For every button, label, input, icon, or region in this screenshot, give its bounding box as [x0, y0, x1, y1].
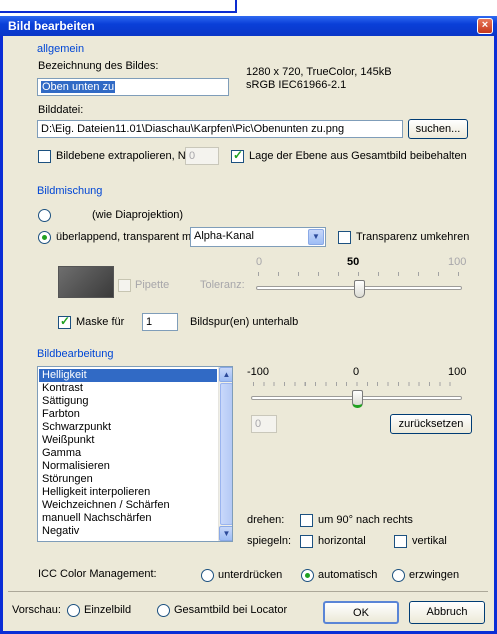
ok-button[interactable]: OK — [323, 601, 399, 624]
keep-position-checkbox[interactable] — [231, 148, 244, 163]
section-bildmischung: Bildmischung — [37, 185, 103, 197]
mask-checkbox[interactable] — [58, 314, 71, 329]
reset-button[interactable]: zurücksetzen — [390, 414, 472, 434]
transparency-source-select[interactable]: Alpha-Kanal — [190, 227, 326, 247]
preview-label: Vorschau: — [12, 604, 61, 616]
blend-normal-radio[interactable] — [38, 209, 51, 222]
adjustment-list-item[interactable]: manuell Nachschärfen — [39, 512, 217, 525]
scroll-thumb[interactable] — [220, 383, 232, 525]
mirror-vertical-checkbox[interactable] — [394, 535, 407, 548]
adjustment-list-item[interactable]: Normalisieren — [39, 460, 217, 473]
icc-force-label: erzwingen — [409, 569, 460, 581]
tolerance-scale-mid: 50 — [347, 256, 360, 268]
adjustment-list-item[interactable]: Farbton — [39, 408, 217, 421]
adjustment-list-item[interactable]: Gamma — [39, 447, 217, 460]
adjustment-list-scrollbar[interactable]: ▲ ▼ — [218, 367, 232, 541]
preview-single-radio[interactable] — [67, 604, 80, 617]
browse-button[interactable]: suchen... — [408, 119, 468, 139]
icc-suppress-label: unterdrücken — [218, 569, 283, 581]
mask-suffix-label: Bildspur(en) unterhalb — [190, 316, 299, 328]
cancel-button[interactable]: Abbruch — [409, 601, 485, 624]
invert-transparency-label: Transparenz umkehren — [356, 231, 470, 243]
icc-label: ICC Color Management: — [38, 568, 157, 580]
file-path-input[interactable]: D:\Eig. Dateien11.01\Diaschau\Karpfen\Pi… — [37, 120, 403, 138]
image-name-value: Oben unten zu — [41, 81, 116, 93]
rotate-checkbox[interactable] — [300, 514, 313, 527]
adjustment-list[interactable]: Helligkeit Kontrast Sättigung Farbton Schwar… — [37, 366, 233, 542]
color-swatch[interactable] — [58, 266, 114, 298]
window-title: Bild bearbeiten — [8, 19, 95, 33]
adjustment-list-item[interactable]: Kontrast — [39, 382, 217, 395]
tolerance-slider-thumb[interactable] — [354, 280, 365, 298]
close-icon: × — [481, 19, 489, 31]
adjust-scale-max: 100 — [448, 366, 467, 378]
invert-transparency-checkbox[interactable] — [338, 231, 351, 244]
close-button[interactable]: × — [477, 18, 493, 34]
chevron-down-icon[interactable]: ▼ — [308, 229, 324, 245]
scroll-up-icon[interactable]: ▲ — [219, 367, 232, 382]
image-info-size: 1280 x 720, TrueColor, 145kB — [246, 66, 392, 78]
extrapolate-label: Bildebene extrapolieren, Nr.: — [56, 150, 195, 162]
rotate-label: drehen: — [247, 514, 285, 526]
icc-suppress-radio[interactable] — [201, 569, 214, 582]
icc-auto-label: automatisch — [318, 569, 378, 581]
image-info-colorspace: sRGB IEC61966-2.1 — [246, 79, 347, 91]
section-allgemein: allgemein — [37, 43, 85, 55]
adjust-scale-mid: 0 — [353, 366, 360, 378]
mirror-horizontal-label: horizontal — [318, 535, 366, 547]
adjustment-list-item[interactable]: Weichzeichnen / Schärfen — [39, 499, 217, 512]
preview-locator-radio[interactable] — [157, 604, 170, 617]
mirror-vertical-label: vertikal — [412, 535, 447, 547]
adjustment-list-item[interactable]: Helligkeit — [39, 369, 217, 382]
mirror-label: spiegeln: — [247, 535, 292, 547]
mask-count-input[interactable]: 1 — [142, 313, 178, 331]
icc-force-radio[interactable] — [392, 569, 405, 582]
adjust-slider-thumb[interactable] — [351, 390, 363, 408]
extrapolate-number-input[interactable]: 0 — [185, 147, 219, 165]
adjustment-list-item[interactable]: Sättigung — [39, 395, 217, 408]
mask-label: Maske für — [76, 316, 125, 328]
blend-normal-label: (wie Diaprojektion) — [92, 209, 184, 221]
adjust-ticks — [253, 382, 460, 386]
tolerance-ticks — [258, 272, 461, 276]
transparency-source-value: Alpha-Kanal — [194, 230, 254, 242]
background-window-edge — [0, 0, 237, 13]
adjustment-list-item[interactable]: Schwarzpunkt — [39, 421, 217, 434]
pipette-label: Pipette — [135, 279, 170, 291]
adjust-value-input[interactable]: 0 — [251, 415, 277, 433]
tolerance-scale-min: 0 — [256, 256, 263, 268]
adjustment-list-item[interactable]: Helligkeit interpolieren — [39, 486, 217, 499]
image-name-input[interactable]: Oben unten zu — [37, 78, 229, 96]
adjustment-list-item[interactable]: Negativ — [39, 525, 217, 538]
blend-overlap-radio[interactable] — [38, 231, 51, 244]
adjustment-list-item[interactable]: Störungen — [39, 473, 217, 486]
extrapolate-checkbox[interactable] — [38, 150, 51, 163]
image-name-label: Bezeichnung des Bildes: — [38, 60, 159, 72]
footer-divider — [8, 591, 488, 592]
keep-position-label: Lage der Ebene aus Gesamtbild beibehalte… — [249, 150, 467, 162]
adjust-scale-min: -100 — [247, 366, 270, 378]
file-label: Bilddatei: — [38, 104, 84, 116]
scroll-down-icon[interactable]: ▼ — [219, 526, 232, 541]
blend-overlap-label: überlappend, transparent mit — [56, 231, 197, 243]
rotate-option-label: um 90° nach rechts — [318, 514, 413, 526]
preview-locator-label: Gesamtbild bei Locator — [174, 604, 288, 616]
mirror-horizontal-checkbox[interactable] — [300, 535, 313, 548]
tolerance-scale-max: 100 — [448, 256, 467, 268]
pipette-checkbox[interactable] — [118, 279, 131, 292]
section-bildbearbeitung: Bildbearbeitung — [37, 348, 114, 360]
title-bar[interactable]: Bild bearbeiten — [0, 16, 497, 36]
adjustment-list-item[interactable]: Weißpunkt — [39, 434, 217, 447]
icc-auto-radio[interactable] — [301, 569, 314, 582]
tolerance-label: Toleranz: — [200, 279, 245, 291]
preview-single-label: Einzelbild — [84, 604, 132, 616]
